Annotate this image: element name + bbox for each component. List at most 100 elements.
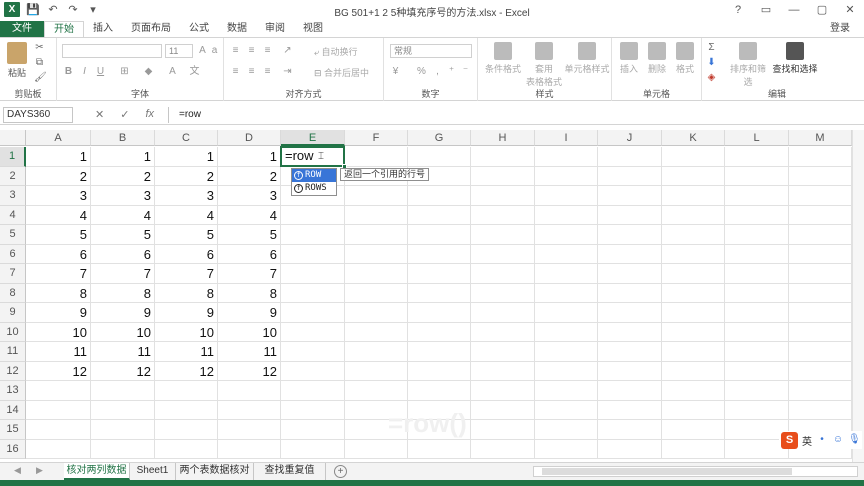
sheet-tab[interactable]: Sheet1 (130, 463, 176, 480)
column-header-B[interactable]: B (91, 130, 155, 146)
empty-cell[interactable] (725, 400, 789, 420)
empty-cell[interactable] (535, 186, 598, 206)
cell-C7[interactable]: 7 (155, 264, 218, 284)
empty-cell[interactable] (535, 381, 598, 401)
autosum-icon[interactable]: Σ (706, 42, 717, 53)
empty-cell[interactable] (535, 322, 598, 342)
empty-cell[interactable] (662, 342, 725, 362)
empty-cell[interactable] (345, 361, 408, 381)
cell-D3[interactable]: 3 (218, 186, 281, 206)
column-header-E[interactable]: E (281, 130, 345, 146)
empty-cell[interactable] (789, 400, 852, 420)
empty-cell[interactable] (598, 264, 662, 284)
empty-cell[interactable] (598, 361, 662, 381)
column-header-C[interactable]: C (155, 130, 218, 146)
empty-cell[interactable] (662, 205, 725, 225)
empty-cell[interactable] (218, 381, 281, 401)
row-header-11[interactable]: 11 (0, 342, 26, 362)
align-middle-icon[interactable]: ≡ (246, 45, 257, 56)
clear-icon[interactable]: ◈ (706, 72, 717, 83)
fill-icon[interactable]: ⬇ (706, 57, 717, 68)
row-header-4[interactable]: 4 (0, 205, 26, 225)
formula-input[interactable]: =row (168, 107, 858, 123)
autocomplete-item[interactable]: f ROWS (292, 182, 336, 195)
empty-cell[interactable] (535, 283, 598, 303)
empty-cell[interactable] (345, 342, 408, 362)
autocomplete-item[interactable]: f ROW (292, 169, 336, 182)
empty-cell[interactable] (91, 400, 155, 420)
empty-cell[interactable] (155, 400, 218, 420)
empty-cell[interactable] (471, 381, 535, 401)
sort-filter-button[interactable]: 排序和筛选 (726, 42, 770, 88)
row-header-3[interactable]: 3 (0, 186, 26, 206)
cell-B9[interactable]: 9 (91, 303, 155, 323)
font-color-icon[interactable]: A (167, 66, 178, 77)
maximize-button[interactable]: ▢ (808, 0, 836, 21)
vertical-scrollbar[interactable] (852, 130, 864, 462)
empty-cell[interactable] (345, 283, 408, 303)
cell-B6[interactable]: 6 (91, 244, 155, 264)
increase-decimal-icon[interactable]: ⁺ (446, 66, 457, 77)
empty-cell[interactable] (662, 381, 725, 401)
empty-cell[interactable] (662, 322, 725, 342)
align-right-icon[interactable]: ≡ (262, 66, 273, 77)
format-painter-icon[interactable]: 🖌 (34, 72, 47, 83)
empty-cell[interactable] (789, 381, 852, 401)
empty-cell[interactable] (598, 439, 662, 459)
empty-cell[interactable] (91, 381, 155, 401)
font-size-select[interactable]: 11 (165, 44, 193, 58)
percent-icon[interactable]: % (416, 66, 427, 77)
empty-cell[interactable] (662, 166, 725, 186)
tab-home[interactable]: 开始 (44, 21, 84, 37)
align-center-icon[interactable]: ≡ (246, 66, 257, 77)
format-as-table-button[interactable]: 套用 表格格式 (524, 42, 564, 88)
empty-cell[interactable] (662, 186, 725, 206)
number-format-select[interactable]: 常规 (390, 44, 472, 58)
cut-icon[interactable]: ✂ (34, 42, 45, 53)
empty-cell[interactable] (345, 205, 408, 225)
column-header-F[interactable]: F (345, 130, 408, 146)
empty-cell[interactable] (598, 147, 662, 167)
row-header-2[interactable]: 2 (0, 166, 26, 186)
empty-cell[interactable] (725, 166, 789, 186)
empty-cell[interactable] (155, 439, 218, 459)
tab-review[interactable]: 审阅 (256, 21, 294, 37)
empty-cell[interactable] (598, 283, 662, 303)
empty-cell[interactable] (789, 147, 852, 167)
column-header-A[interactable]: A (26, 130, 91, 146)
grow-font-icon[interactable]: A (197, 45, 208, 56)
empty-cell[interactable] (471, 420, 535, 440)
conditional-format-button[interactable]: 条件格式 (482, 42, 524, 75)
function-autocomplete-list[interactable]: f ROW f ROWS (291, 168, 337, 196)
empty-cell[interactable] (725, 283, 789, 303)
empty-cell[interactable] (598, 400, 662, 420)
phonetic-icon[interactable]: 文 (189, 66, 200, 77)
tab-formulas[interactable]: 公式 (180, 21, 218, 37)
cell-B2[interactable]: 2 (91, 166, 155, 186)
empty-cell[interactable] (662, 244, 725, 264)
empty-cell[interactable] (662, 147, 725, 167)
column-header-K[interactable]: K (662, 130, 725, 146)
empty-cell[interactable] (281, 439, 345, 459)
empty-cell[interactable] (471, 186, 535, 206)
empty-cell[interactable] (408, 244, 471, 264)
empty-cell[interactable] (789, 186, 852, 206)
cell-B8[interactable]: 8 (91, 283, 155, 303)
empty-cell[interactable] (535, 205, 598, 225)
italic-icon[interactable]: I (79, 66, 90, 77)
cell-A7[interactable]: 7 (26, 264, 91, 284)
empty-cell[interactable] (535, 264, 598, 284)
empty-cell[interactable] (345, 225, 408, 245)
merge-center-button[interactable]: ⊟ 合并后居中 (314, 66, 382, 79)
empty-cell[interactable] (345, 147, 408, 167)
worksheet-grid[interactable]: ABCDEFGHIJKLM111112222233333444445555566… (0, 130, 864, 462)
cell-A4[interactable]: 4 (26, 205, 91, 225)
ime-language[interactable]: 英 (802, 433, 812, 448)
cell-D8[interactable]: 8 (218, 283, 281, 303)
empty-cell[interactable] (408, 361, 471, 381)
cell-A2[interactable]: 2 (26, 166, 91, 186)
empty-cell[interactable] (789, 303, 852, 323)
empty-cell[interactable] (535, 147, 598, 167)
empty-cell[interactable] (91, 420, 155, 440)
border-icon[interactable]: ⊞ (119, 66, 130, 77)
